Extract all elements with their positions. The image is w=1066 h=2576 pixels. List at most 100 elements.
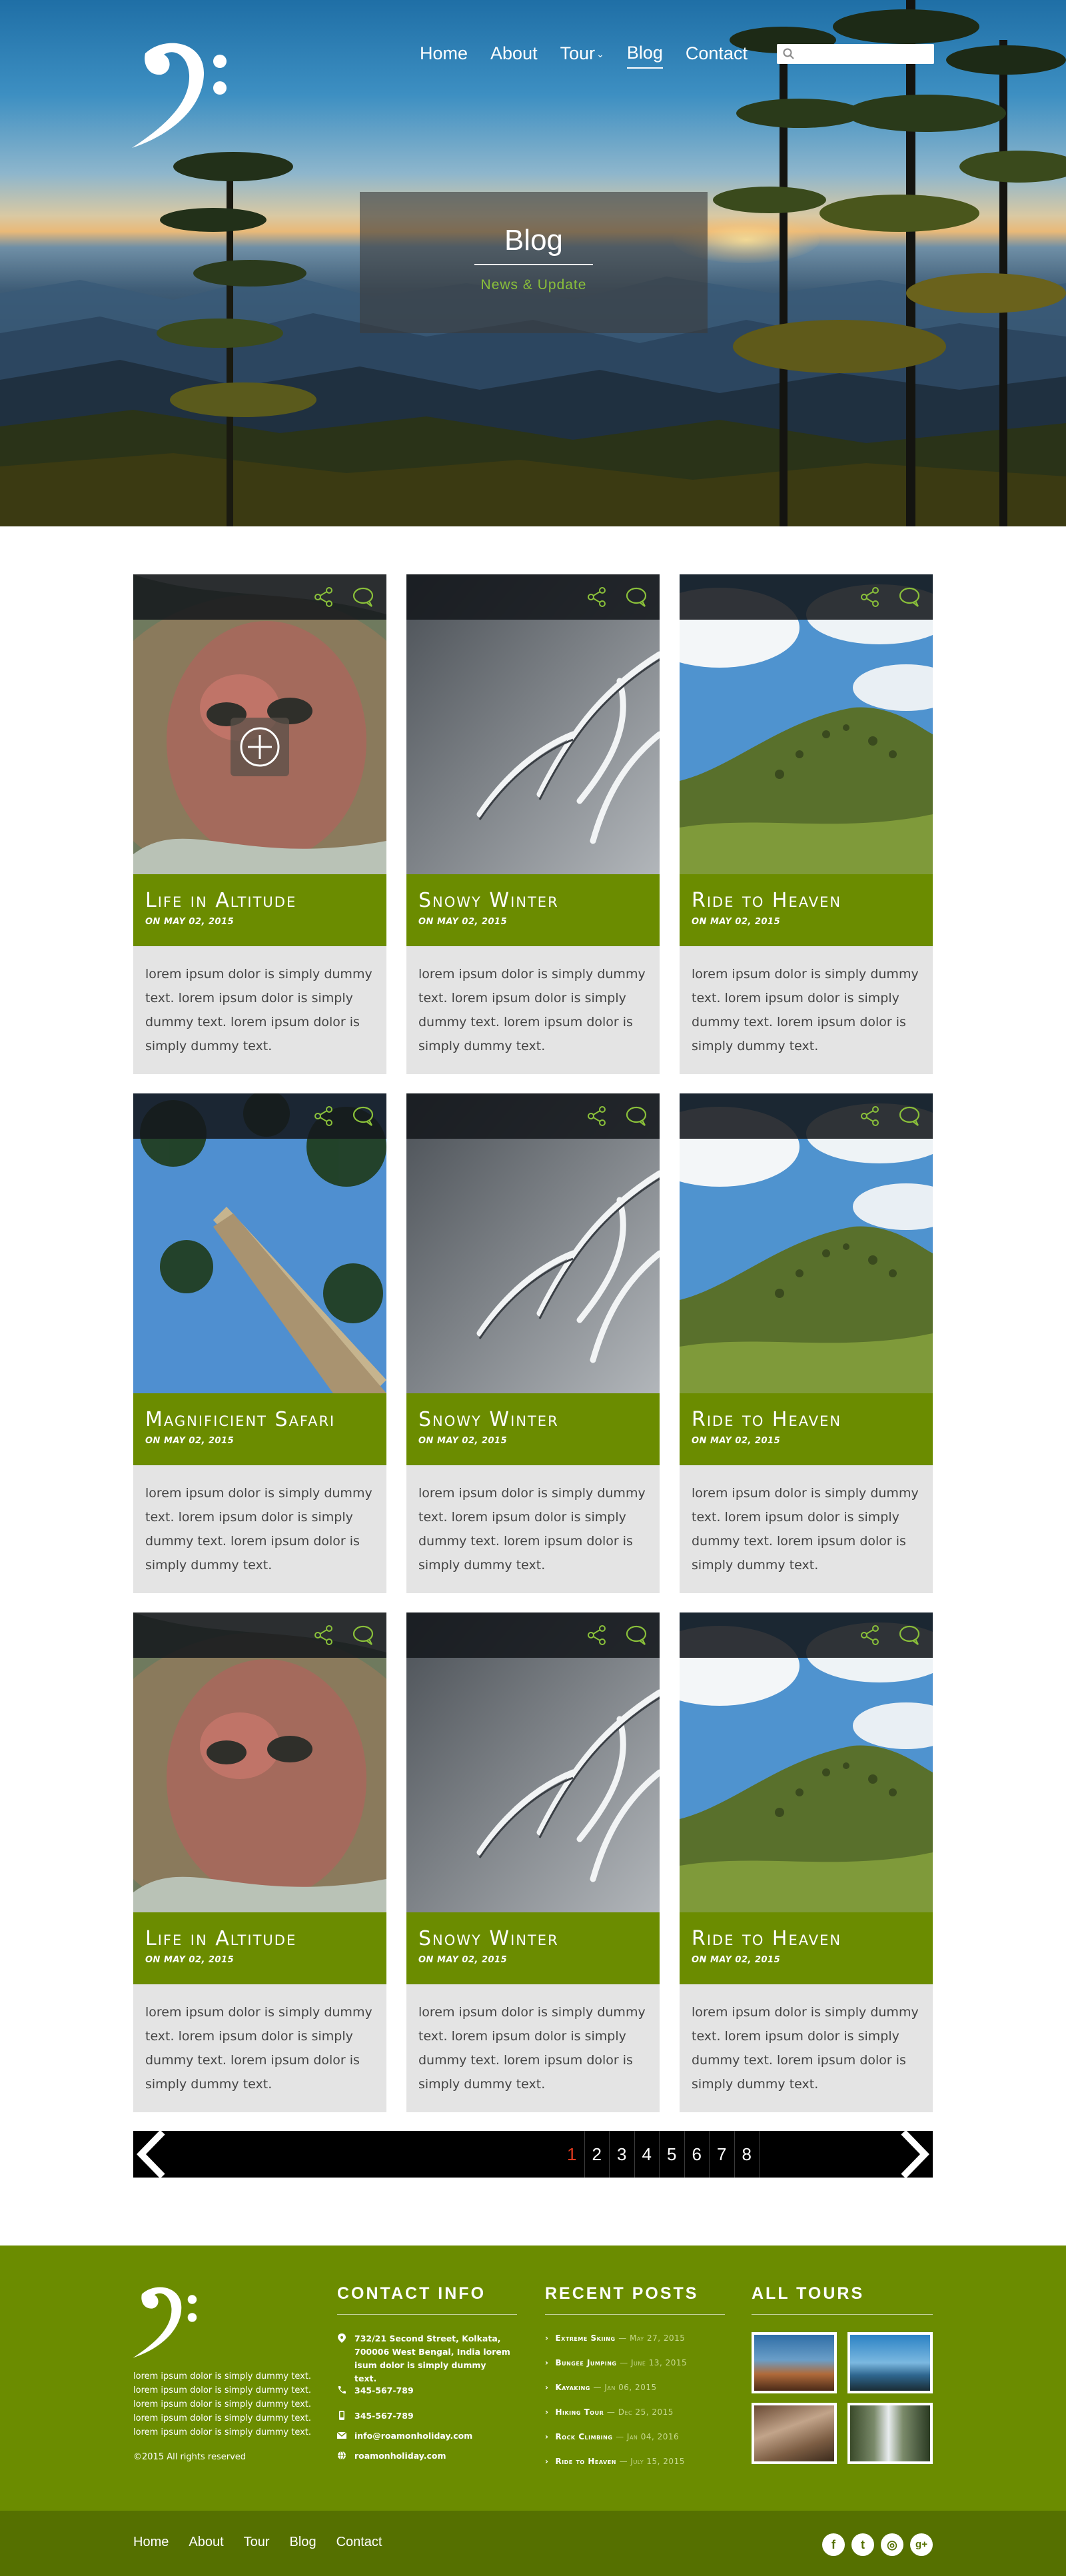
card-date: ON MAY 02, 2015 [418,1955,508,1965]
website-link[interactable]: roamonholiday.com [354,2449,510,2463]
page-number[interactable]: 8 [735,2131,760,2178]
page-number[interactable]: 2 [585,2131,610,2178]
page-number[interactable]: 5 [660,2131,685,2178]
share-icon[interactable] [586,1624,608,1646]
recent-post-title[interactable]: Ride to Heaven [555,2457,616,2466]
share-icon[interactable] [586,1105,608,1127]
share-icon[interactable] [859,1105,881,1127]
recent-post-title[interactable]: Kayaking [555,2383,590,2392]
tour-thumb-waterfall[interactable] [847,2403,933,2464]
nav-blog[interactable]: Blog [626,43,663,69]
comment-icon[interactable] [625,586,648,608]
blog-card[interactable]: Magnificient Safari ON MAY 02, 2015 lorem … [133,1093,386,1593]
card-excerpt: lorem ipsum dolor is simply dummy text. … [418,1486,646,1573]
contact-phone-1: 345-567-789 [337,2384,510,2397]
blog-card[interactable]: Ride to Heaven ON MAY 02, 2015 lorem ipsum… [680,1093,933,1593]
recent-post-item[interactable]: › Extreme Skiing — May 27, 2015 [545,2333,685,2343]
share-icon[interactable] [313,1624,334,1646]
card-title[interactable]: Snowy Winter [418,888,648,914]
recent-post-item[interactable]: › Ride to Heaven — July 15, 2015 [545,2457,685,2466]
recent-post-item[interactable]: › Rock Climbing — Jan 04, 2016 [545,2432,679,2441]
card-date: ON MAY 02, 2015 [145,1955,235,1965]
blog-card[interactable]: Snowy Winter ON MAY 02, 2015 lorem ipsum d… [406,1612,660,2112]
comment-icon[interactable] [352,1105,374,1127]
card-title[interactable]: Snowy Winter [418,1926,648,1952]
facebook-icon[interactable]: f [822,2533,845,2556]
blog-card[interactable]: Life in Altitude ON MAY 02, 2015 lorem ips… [133,1612,386,2112]
nav-home[interactable]: Home [420,43,468,68]
bass-clef-logo [132,43,227,148]
footer-nav-blog[interactable]: Blog [290,2535,316,2550]
card-action-bar [406,1093,660,1139]
nav-tour[interactable]: Tour ⌄ [560,43,604,68]
chevron-right-icon: › [545,2407,549,2417]
recent-post-title[interactable]: Extreme Skiing [555,2333,615,2343]
comment-icon[interactable] [625,1624,648,1646]
google-plus-icon[interactable]: g+ [910,2533,933,2556]
recent-post-title[interactable]: Rock Climbing [555,2432,612,2441]
page-number[interactable]: 7 [710,2131,735,2178]
blog-card[interactable]: Ride to Heaven ON MAY 02, 2015 lorem ipsum… [680,574,933,1074]
share-icon[interactable] [313,1105,334,1127]
tour-thumb-lake[interactable] [847,2332,933,2393]
card-title[interactable]: Life in Altitude [145,888,374,914]
comment-icon[interactable] [625,1105,648,1127]
card-title[interactable]: Ride to Heaven [692,888,921,914]
comment-icon[interactable] [352,586,374,608]
footer-nav-about[interactable]: About [189,2535,223,2550]
recent-post-title[interactable]: Hiking Tour [555,2407,604,2417]
tour-thumb-canyon[interactable] [752,2332,837,2393]
search-icon[interactable] [782,47,796,61]
zoom-overlay[interactable] [231,718,289,776]
footer-nav-home[interactable]: Home [133,2535,169,2550]
page-numbers: 12345678 [560,2131,760,2178]
card-title[interactable]: Ride to Heaven [692,1926,921,1952]
twitter-icon[interactable]: t [851,2533,874,2556]
recent-post-item[interactable]: › Hiking Tour — Dec 25, 2015 [545,2407,674,2417]
footer-nav-tour[interactable]: Tour [244,2535,270,2550]
share-icon[interactable] [586,586,608,608]
chevron-right-icon[interactable] [893,2131,933,2178]
bottom-bar: Home About Tour Blog Contact f t ◎ g+ [0,2511,1066,2576]
share-icon[interactable] [859,586,881,608]
card-excerpt: lorem ipsum dolor is simply dummy text. … [418,2005,646,2092]
share-icon[interactable] [313,586,334,608]
page-number[interactable]: 3 [610,2131,635,2178]
page-number[interactable]: 6 [685,2131,710,2178]
nav-contact[interactable]: Contact [686,43,748,68]
recent-post-item[interactable]: › Bungee Jumping — June 13, 2015 [545,2358,687,2367]
card-title[interactable]: Snowy Winter [418,1407,648,1433]
comment-icon[interactable] [898,586,921,608]
page-number[interactable]: 4 [635,2131,660,2178]
instagram-icon[interactable]: ◎ [881,2533,903,2556]
card-title[interactable]: Life in Altitude [145,1926,374,1952]
recent-post-date: — May 27, 2015 [618,2333,686,2343]
blog-card[interactable]: Life in Altitude ON MAY 02, 2015 lorem ips… [133,574,386,1074]
card-date: ON MAY 02, 2015 [692,1436,781,1446]
chevron-left-icon[interactable] [133,2131,173,2178]
comment-icon[interactable] [898,1624,921,1646]
email-link[interactable]: info@roamonholiday.com [354,2429,510,2443]
main-nav: Home About Tour ⌄ Blog Contact [420,43,770,69]
nav-tour-label: Tour [560,43,596,63]
card-date: ON MAY 02, 2015 [418,1436,508,1446]
share-icon[interactable] [859,1624,881,1646]
copyright: ©2015 All rights reserved [133,2452,247,2462]
plus-circle-icon[interactable] [231,718,289,776]
blog-card[interactable]: Snowy Winter ON MAY 02, 2015 lorem ipsum d… [406,574,660,1074]
card-action-bar [406,1612,660,1658]
search-input[interactable] [797,44,930,64]
comment-icon[interactable] [898,1105,921,1127]
card-title[interactable]: Ride to Heaven [692,1407,921,1433]
nav-about[interactable]: About [490,43,538,68]
blog-card[interactable]: Ride to Heaven ON MAY 02, 2015 lorem ipsum… [680,1612,933,2112]
tour-thumb-rocks[interactable] [752,2403,837,2464]
card-title[interactable]: Magnificient Safari [145,1407,374,1433]
blog-card[interactable]: Snowy Winter ON MAY 02, 2015 lorem ipsum d… [406,1093,660,1593]
footer-nav-contact[interactable]: Contact [336,2535,382,2550]
chevron-right-icon: › [545,2383,549,2392]
recent-post-title[interactable]: Bungee Jumping [555,2358,616,2367]
comment-icon[interactable] [352,1624,374,1646]
recent-post-item[interactable]: › Kayaking — Jan 06, 2015 [545,2383,657,2392]
page-number[interactable]: 1 [560,2131,585,2178]
